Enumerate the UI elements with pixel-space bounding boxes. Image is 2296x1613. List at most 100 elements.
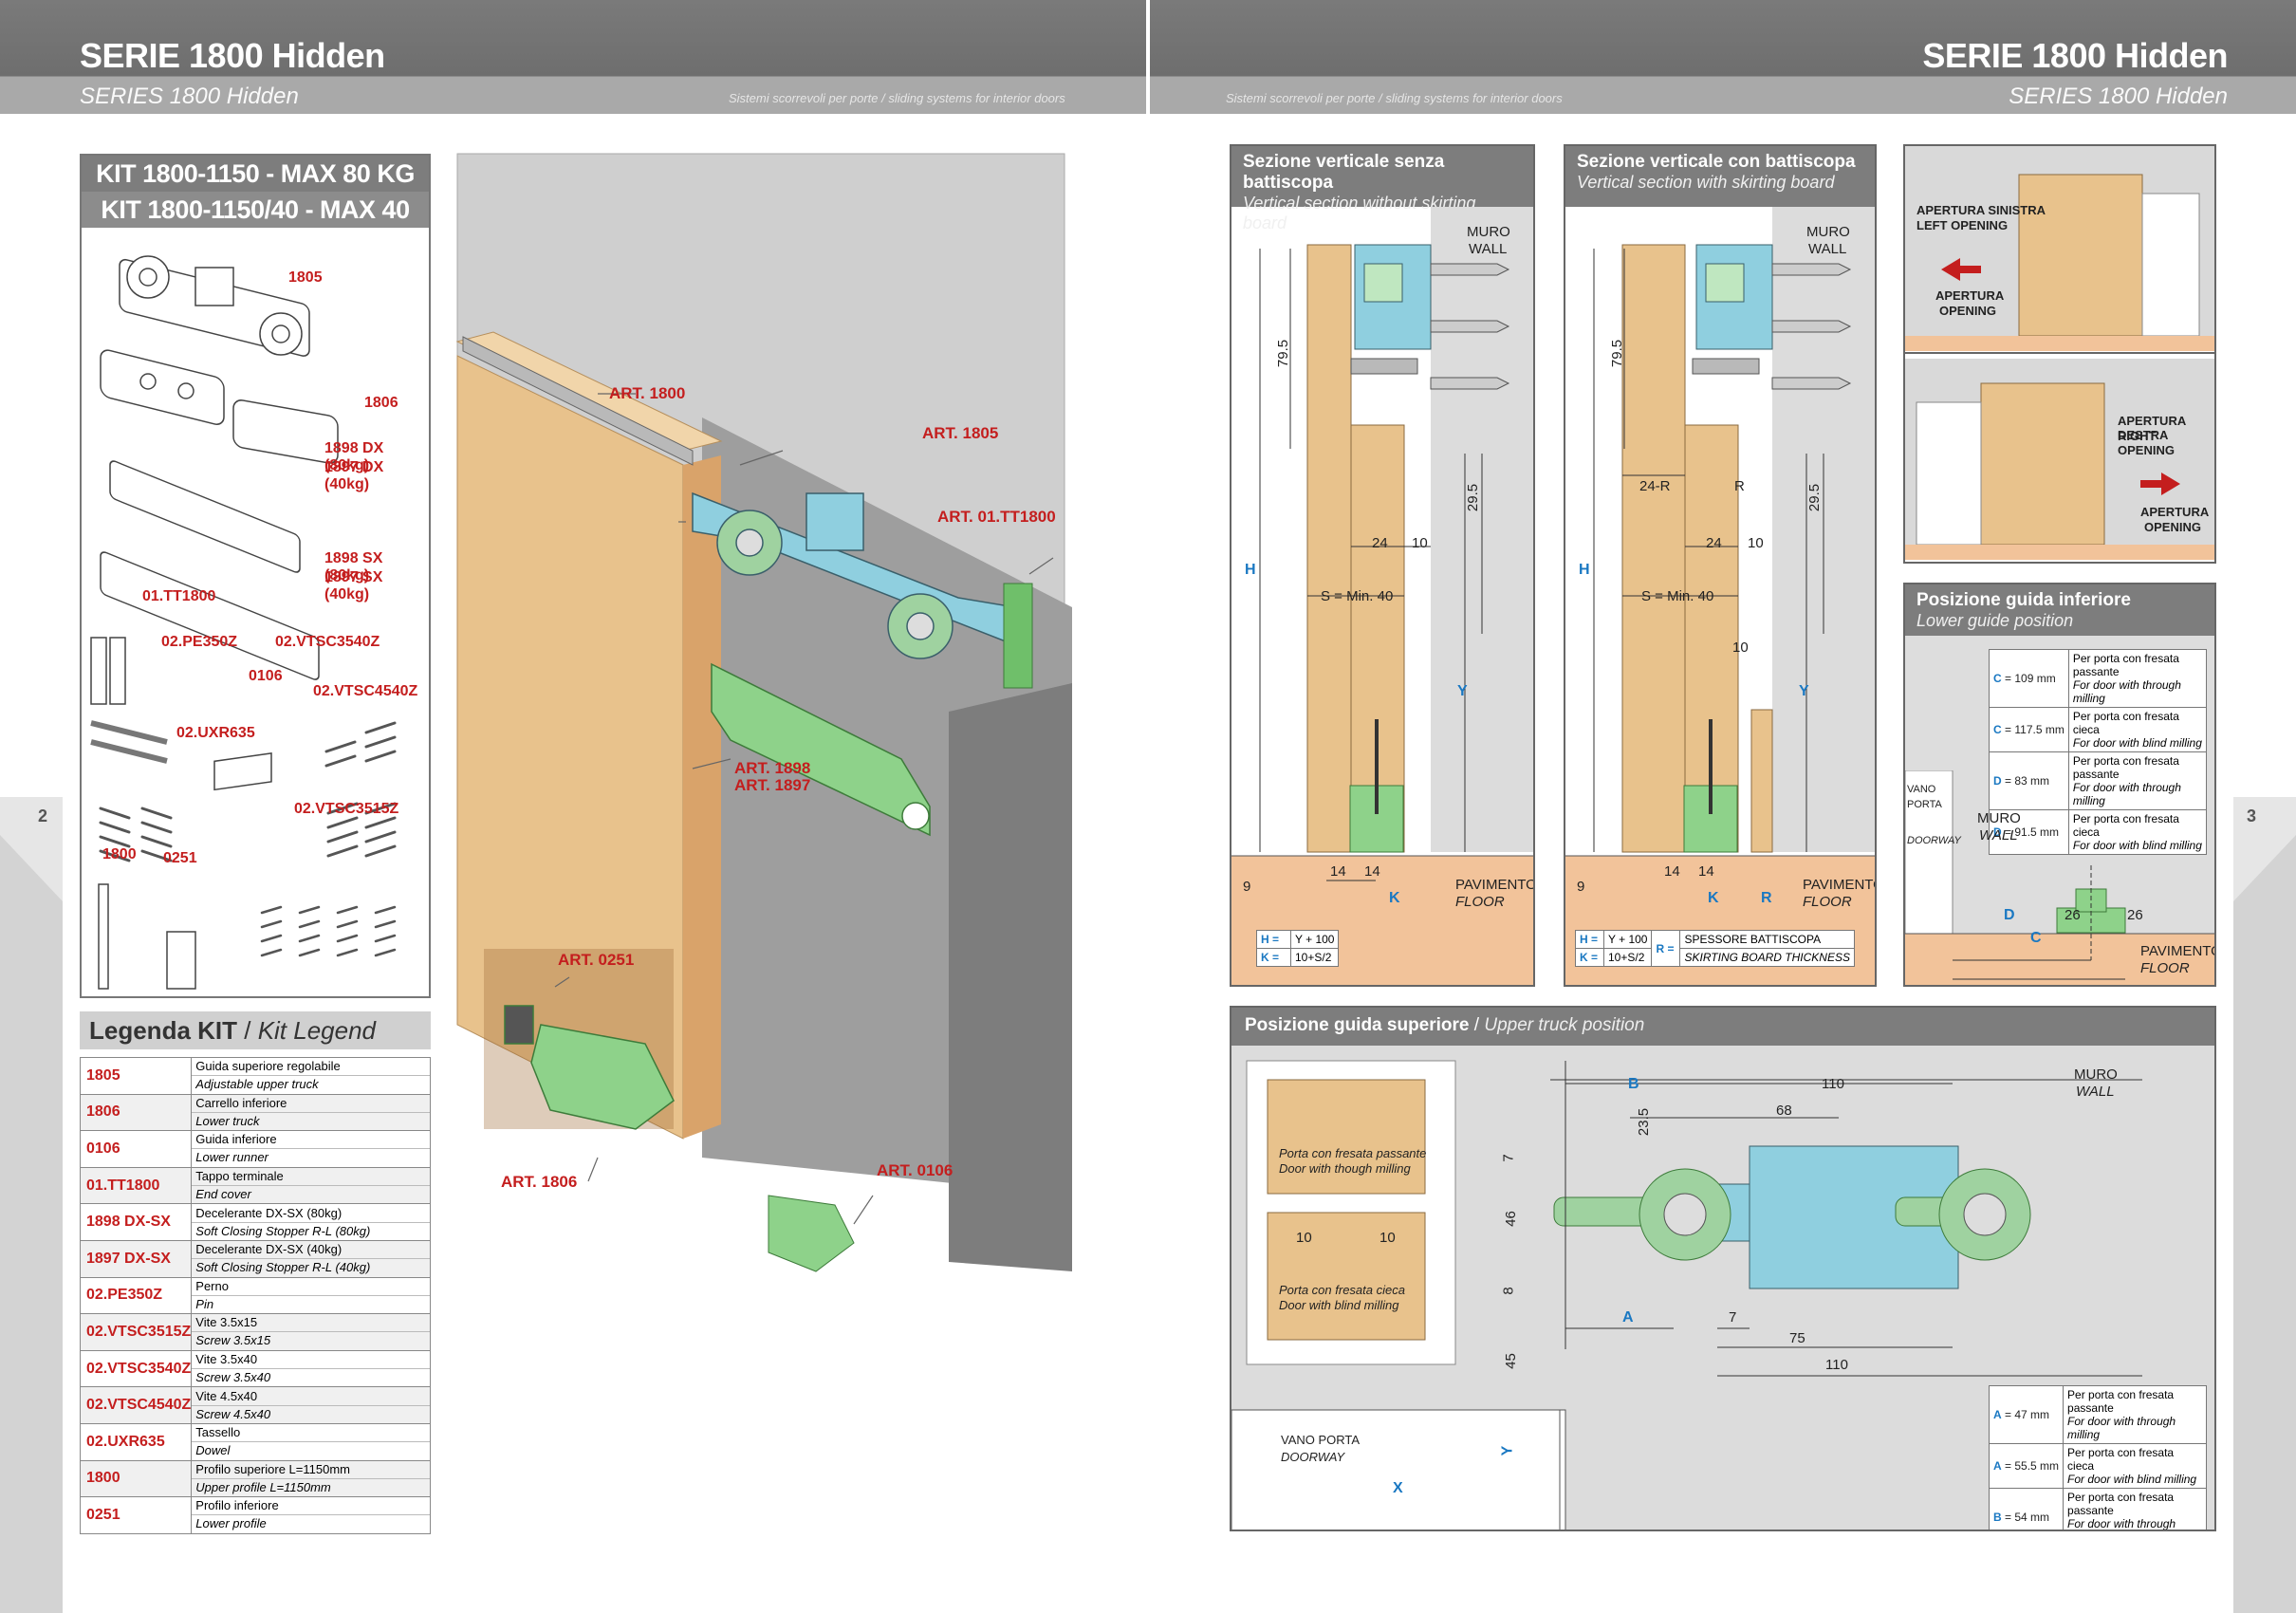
- spec-desc-en: For door with blind milling: [2072, 736, 2202, 750]
- upper-title: Posizione guida superiore: [1245, 1015, 1470, 1035]
- section2-K: K: [1708, 890, 1719, 906]
- legend-desc-en: Adjustable upper truck: [192, 1075, 430, 1093]
- spec-desc-it: Per porta con fresata cieca: [2067, 1446, 2175, 1473]
- left-tagline: Sistemi scorrevoli per porte / sliding s…: [729, 91, 1065, 105]
- upper-d110b: 110: [1825, 1357, 1848, 1373]
- spec-value: 54 mm: [2014, 1511, 2050, 1524]
- upper-Y: Y: [1499, 1445, 1516, 1456]
- section1-k-val: 10+S/2: [1289, 948, 1340, 967]
- right-title: SERIE 1800 Hidden: [1922, 36, 2228, 75]
- legend-desc: Tappo terminale End cover: [191, 1166, 431, 1205]
- legend-desc-it: Decelerante DX-SX (80kg): [195, 1205, 343, 1220]
- legend-desc-it: Guida superiore regolabile: [195, 1059, 341, 1074]
- legend-desc-it: Profilo inferiore: [195, 1498, 279, 1513]
- legend-desc-it: Perno: [195, 1278, 229, 1293]
- spec-key-letter: C: [1993, 672, 2002, 685]
- upper-A: A: [1622, 1309, 1634, 1326]
- section1-k-key: K =: [1256, 948, 1291, 967]
- legend-desc-en: Dowel: [192, 1441, 430, 1459]
- legend-code: 1805: [79, 1057, 193, 1095]
- right-header: SERIE 1800 Hidden SERIES 1800 Hidden Sis…: [1150, 0, 2296, 114]
- legend-table: 1805 Guida superiore regolabile Adjustable…: [79, 1057, 431, 1534]
- section1-K: K: [1389, 890, 1400, 906]
- art-1806-label: ART. 1806: [501, 1173, 578, 1191]
- lg-wall: WALL: [1979, 827, 2018, 844]
- lg-floor: FLOOR: [2140, 960, 2190, 976]
- spec-row: C = 117.5 mm Per porta con fresata cieca F…: [1989, 707, 2208, 752]
- section1-Y: Y: [1457, 683, 1468, 699]
- upper-d7v: 7: [1500, 1154, 1517, 1162]
- label-1800: 1800: [102, 846, 137, 862]
- legend-row: 02.UXR635 Tassello Dowel: [79, 1422, 431, 1461]
- upper-d8: 8: [1500, 1287, 1517, 1295]
- lower-guide-panel: Posizione guida inferiore Lower guide po…: [1903, 583, 2216, 987]
- section2-muro: MURO: [1806, 224, 1850, 240]
- legend-desc-en: Screw 4.5x40: [192, 1404, 430, 1423]
- legend-desc: Decelerante DX-SX (40kg) Soft Closing Sto…: [191, 1239, 431, 1278]
- legend-title: Legenda KIT: [89, 1016, 238, 1045]
- legend-header: Legenda KIT / Kit Legend: [80, 1011, 431, 1049]
- section2-h-val: Y + 100: [1602, 930, 1653, 949]
- section2-Y: Y: [1799, 683, 1809, 699]
- legend-title-en: Kit Legend: [257, 1016, 377, 1045]
- legend-code: 01.TT1800: [79, 1166, 193, 1205]
- lower-guide-header: Posizione guida inferiore Lower guide po…: [1905, 584, 2214, 636]
- spec-value: 55.5 mm: [2014, 1459, 2060, 1473]
- legend-code: 02.PE350Z: [79, 1276, 193, 1315]
- legend-row: 02.VTSC3515Z Vite 3.5x15 Screw 3.5x15: [79, 1313, 431, 1351]
- upper-B: B: [1628, 1076, 1639, 1092]
- kit-title-2: KIT 1800-1150/40 - MAX 40 KG: [82, 192, 429, 260]
- spec-key: A = 55.5 mm: [1988, 1443, 2065, 1489]
- opening-panel: APERTURA SINISTRA LEFT OPENING APERTURA …: [1903, 144, 2216, 564]
- upper-truck-panel: Posizione guida superiore / Upper truck …: [1230, 1006, 2216, 1531]
- spec-key: C = 117.5 mm: [1989, 707, 2069, 752]
- section2-d14a: 14: [1664, 863, 1680, 880]
- legend-desc-en: End cover: [192, 1185, 430, 1203]
- legend-row: 02.VTSC3540Z Vite 3.5x40 Screw 3.5x40: [79, 1349, 431, 1388]
- legend-row: 0106 Guida inferiore Lower runner: [79, 1130, 431, 1168]
- section2-title: Sezione verticale con battiscopa: [1577, 152, 1856, 172]
- section2-d295: 29.5: [1806, 483, 1824, 512]
- section-no-skirting-panel: Sezione verticale senza battiscopa Verti…: [1230, 144, 1535, 987]
- legend-desc-it: Vite 4.5x40: [195, 1388, 258, 1403]
- spec-desc-it: Per porta con fresata passante: [2067, 1491, 2175, 1517]
- right-tagline: Sistemi scorrevoli per porte / sliding s…: [1226, 91, 1563, 105]
- section1-d14a: 14: [1330, 863, 1346, 880]
- section2-subtitle: Vertical section with skirting board: [1577, 173, 1835, 192]
- legend-desc: Profilo superiore L=1150mm Upper profile …: [191, 1459, 431, 1498]
- spec-row: C = 109 mm Per porta con fresata passante…: [1989, 649, 2208, 708]
- legend-desc-en: Soft Closing Stopper R-L (80kg): [192, 1221, 430, 1240]
- section1-h-val: Y + 100: [1289, 930, 1340, 949]
- section2-d9: 9: [1577, 879, 1585, 895]
- catalog-spread: SERIE 1800 Hidden SERIES 1800 Hidden Sis…: [0, 0, 2296, 1613]
- spec-desc: Per porta con fresata passante For door w…: [2067, 649, 2208, 708]
- spec-desc: Per porta con fresata passante For door w…: [2063, 1488, 2207, 1530]
- spec-desc-it: Per porta con fresata passante: [2072, 652, 2179, 678]
- legend-row: 1898 DX-SX Decelerante DX-SX (80kg) Soft C…: [79, 1203, 431, 1241]
- upper-door2-it: Porta con fresata cieca: [1279, 1283, 1405, 1297]
- page-number-left: 2: [38, 806, 48, 825]
- spec-desc-en: For door with blind milling: [2067, 1473, 2197, 1486]
- spec-desc: Per porta con fresata passante For door w…: [2063, 1385, 2207, 1444]
- legend-code: 02.VTSC3515Z: [79, 1313, 193, 1351]
- art-0251-label: ART. 0251: [558, 951, 635, 969]
- legend-desc: Tassello Dowel: [191, 1422, 431, 1461]
- spec-row: B = 54 mm Per porta con fresata passante F…: [1988, 1488, 2207, 1530]
- section2-d795: 79.5: [1609, 339, 1626, 368]
- section2-d10b: 10: [1732, 640, 1749, 656]
- legend-desc-it: Guida inferiore: [195, 1132, 277, 1147]
- kit-parts-illustration: [90, 255, 397, 990]
- legend-desc: Vite 3.5x40 Screw 3.5x40: [191, 1349, 431, 1388]
- section1-d795: 79.5: [1275, 339, 1292, 368]
- legend-code: 0106: [79, 1130, 193, 1168]
- opening-op2: OPENING: [2144, 520, 2201, 534]
- lg-d26b: 26: [2127, 907, 2143, 923]
- right-strip-shape: [2233, 835, 2296, 1613]
- upper-d46: 46: [1502, 1211, 1519, 1227]
- upper-doorway: DOORWAY: [1281, 1450, 1345, 1464]
- section2-k-val: 10+S/2: [1602, 948, 1653, 967]
- legend-desc-it: Profilo superiore L=1150mm: [195, 1461, 350, 1476]
- right-subtitle: SERIES 1800 Hidden: [2009, 83, 2228, 109]
- legend-desc: Guida superiore regolabile Adjustable upp…: [191, 1057, 431, 1095]
- section1-smin: S = Min. 40: [1321, 588, 1394, 604]
